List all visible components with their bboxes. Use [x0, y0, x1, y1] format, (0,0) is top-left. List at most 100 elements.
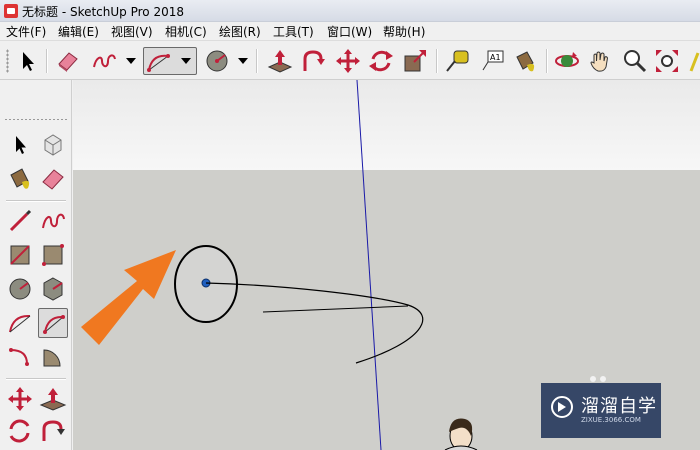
- left-paint-bucket-button[interactable]: [5, 164, 35, 194]
- text-tool-button[interactable]: A1: [478, 47, 506, 75]
- menu-view[interactable]: 视图(V): [111, 23, 153, 40]
- tape-measure-tool-button[interactable]: [444, 47, 472, 75]
- toolbar-separator: [546, 49, 548, 73]
- left-freehand-button[interactable]: [38, 206, 68, 236]
- select-arrow-icon: [23, 52, 34, 71]
- watermark-main-text: 溜溜自学: [581, 396, 657, 417]
- paint-bucket-icon: [10, 168, 30, 189]
- left-toolbar: [0, 80, 72, 450]
- menu-window[interactable]: 窗口(W): [327, 23, 372, 40]
- select-arrow-icon: [16, 136, 26, 154]
- watermark-sub-text: ZIXUE.3066.COM: [581, 416, 641, 424]
- select-tool-button[interactable]: [14, 47, 42, 75]
- orbit-tool-button[interactable]: [553, 47, 581, 75]
- follow-me-icon: [42, 420, 65, 441]
- zoom-magnifier-icon: [624, 50, 647, 73]
- menu-draw[interactable]: 绘图(R): [219, 23, 261, 40]
- push-pull-tool-button[interactable]: [266, 47, 294, 75]
- left-toolbar-separator: [6, 200, 66, 202]
- toolbar-grip[interactable]: [6, 49, 9, 73]
- circle-tool-button[interactable]: [203, 47, 231, 75]
- rotated-rectangle-icon: [42, 244, 64, 266]
- left-rotate-button[interactable]: [5, 416, 35, 446]
- left-follow-me-button[interactable]: [38, 416, 68, 446]
- left-pie-button[interactable]: [38, 342, 68, 372]
- follow-me-tool-button[interactable]: [299, 47, 327, 75]
- svg-text:A1: A1: [490, 53, 501, 62]
- left-two-point-arc-button[interactable]: [38, 308, 68, 338]
- pencil-line-icon: [9, 209, 32, 232]
- two-point-arc-icon: [43, 315, 65, 334]
- eraser-icon: [42, 169, 64, 190]
- pan-tool-button[interactable]: [586, 47, 614, 75]
- left-toolbar-grip[interactable]: [4, 118, 68, 121]
- paint-bucket-icon: [516, 51, 535, 72]
- left-select-button[interactable]: [5, 130, 35, 160]
- three-point-arc-icon: [9, 348, 29, 366]
- freehand-icon: [93, 54, 116, 68]
- push-pull-icon: [267, 50, 293, 73]
- move-icon: [8, 387, 32, 411]
- blue-axis-line: [356, 80, 382, 450]
- toolbar-separator: [256, 49, 258, 73]
- menu-camera[interactable]: 相机(C): [165, 23, 207, 40]
- freehand-dropdown-icon[interactable]: [126, 58, 136, 64]
- path-line: [262, 305, 409, 313]
- scale-figure-person: [444, 418, 478, 450]
- circle-icon: [206, 50, 228, 72]
- rotate-tool-button[interactable]: [367, 47, 395, 75]
- move-icon: [336, 49, 360, 73]
- eraser-tool-button[interactable]: [54, 47, 82, 75]
- component-box-icon: [44, 134, 62, 156]
- title-bar: 无标题 - SketchUp Pro 2018: [0, 0, 700, 22]
- menu-tools[interactable]: 工具(T): [273, 23, 314, 40]
- left-polygon-button[interactable]: [38, 274, 68, 304]
- scale-tool-button[interactable]: [401, 47, 429, 75]
- pie-icon: [43, 349, 61, 367]
- menu-bar: 文件(F) 编辑(E) 视图(V) 相机(C) 绘图(R) 工具(T) 窗口(W…: [0, 22, 700, 40]
- text-label-icon: A1: [482, 50, 504, 71]
- left-line-button[interactable]: [5, 206, 35, 236]
- menu-file[interactable]: 文件(F): [6, 23, 46, 40]
- zoom-tool-button[interactable]: [620, 47, 648, 75]
- path-curve: [205, 282, 424, 364]
- polygon-icon: [43, 277, 63, 301]
- freehand-tool-button[interactable]: [90, 47, 118, 75]
- rectangle-icon: [10, 245, 30, 265]
- toolbar-separator: [46, 49, 48, 73]
- pan-hand-icon: [590, 51, 609, 72]
- paint-bucket-tool-button[interactable]: [511, 47, 539, 75]
- left-push-pull-button[interactable]: [38, 384, 68, 414]
- left-rectangle-button[interactable]: [5, 240, 35, 270]
- left-three-point-arc-button[interactable]: [5, 342, 35, 372]
- zoom-extents-tool-button[interactable]: [653, 47, 681, 75]
- left-circle-button[interactable]: [5, 274, 35, 304]
- left-rotated-rectangle-button[interactable]: [38, 240, 68, 270]
- rotate-icon: [9, 419, 30, 443]
- zoom-extents-icon: [656, 50, 678, 72]
- menu-help[interactable]: 帮助(H): [383, 23, 425, 40]
- circle-dropdown-icon[interactable]: [238, 58, 248, 64]
- move-tool-button[interactable]: [334, 47, 362, 75]
- play-logo-icon: [551, 396, 573, 418]
- scale-icon: [404, 50, 426, 72]
- push-pull-icon: [39, 388, 67, 411]
- follow-me-icon: [303, 50, 325, 71]
- pencil-partial-icon: [689, 52, 700, 72]
- left-toolbar-separator: [6, 378, 66, 380]
- left-component-button[interactable]: [38, 130, 68, 160]
- left-eraser-button[interactable]: [38, 164, 68, 194]
- window-title: 无标题 - SketchUp Pro 2018: [22, 5, 184, 19]
- left-move-button[interactable]: [5, 384, 35, 414]
- eraser-icon: [58, 52, 78, 72]
- circle-icon: [9, 278, 31, 300]
- menu-edit[interactable]: 编辑(E): [58, 23, 99, 40]
- partial-glyph-marks: [590, 376, 606, 382]
- overflow-tool-button[interactable]: [689, 47, 700, 75]
- orange-pointer-arrow: [81, 250, 176, 345]
- left-arc-button[interactable]: [5, 308, 35, 338]
- main-toolbar: A1: [0, 40, 700, 80]
- arc-dropdown-icon[interactable]: [181, 58, 191, 64]
- tape-measure-icon: [446, 50, 469, 72]
- orbit-icon: [555, 52, 579, 67]
